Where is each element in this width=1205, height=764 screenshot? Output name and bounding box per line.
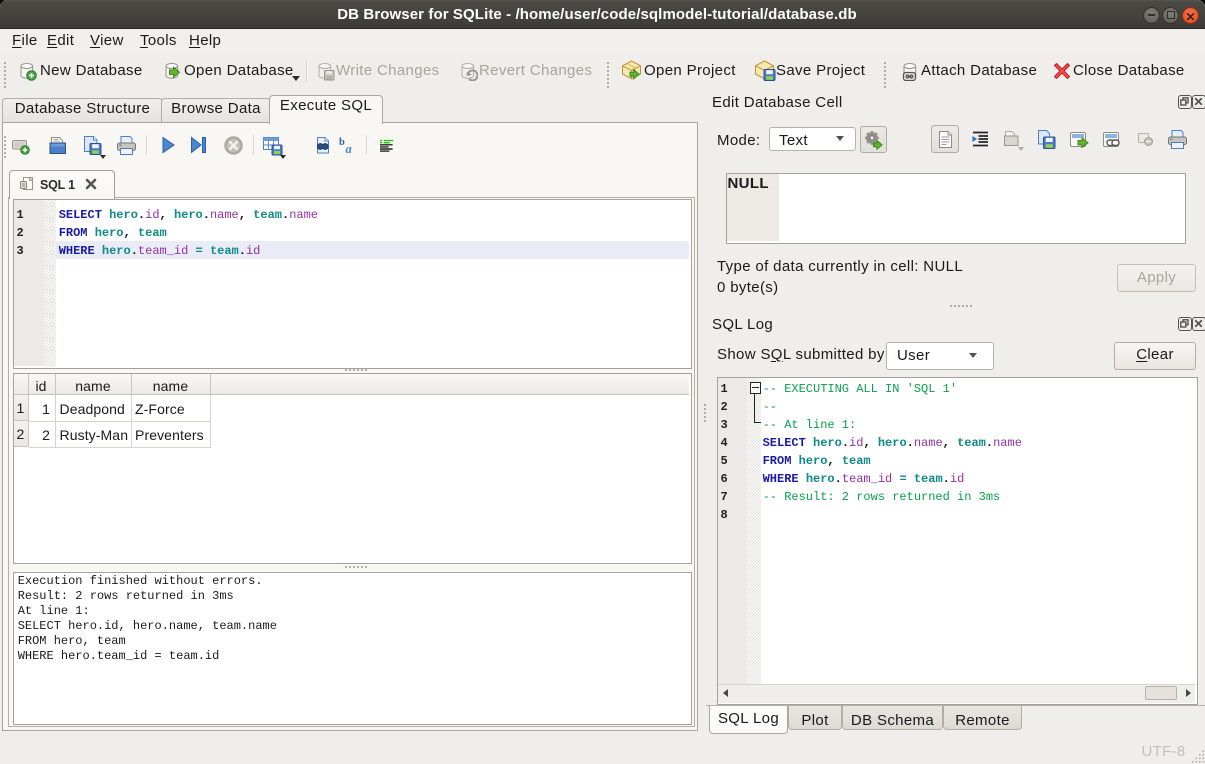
svg-text:b: b bbox=[339, 137, 345, 148]
svg-text:a: a bbox=[346, 142, 352, 155]
